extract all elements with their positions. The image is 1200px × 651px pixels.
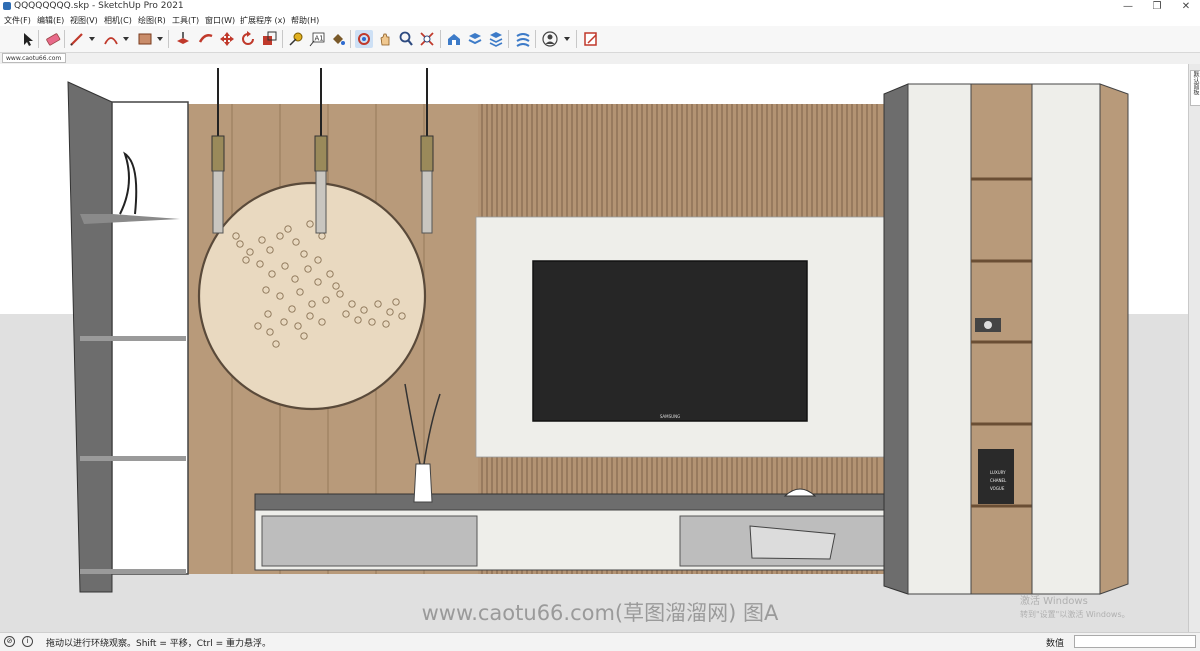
main-toolbar: A1	[0, 26, 1200, 53]
status-bar: ⊘ i 拖动以进行环绕观察。Shift = 平移，Ctrl = 重力悬浮。 数值	[0, 632, 1200, 651]
menu-camera[interactable]: 相机(C)	[104, 15, 132, 26]
toolbar-separator	[508, 30, 509, 48]
sketchup-app-icon	[3, 2, 11, 10]
toolbar-separator	[282, 30, 283, 48]
move-icon[interactable]	[218, 30, 236, 48]
pan-icon[interactable]	[376, 30, 394, 48]
rotate-icon[interactable]	[239, 30, 257, 48]
tv-brand-label: SAMSUNG	[660, 414, 680, 419]
layout-icon[interactable]	[487, 30, 505, 48]
pencil-dropdown-icon[interactable]	[89, 37, 95, 41]
rectangle-dropdown-icon[interactable]	[157, 37, 163, 41]
title-bar: QQQQQQQQ.skp - SketchUp Pro 2021 — ❐ ✕	[0, 0, 1200, 14]
zoom-icon[interactable]	[397, 30, 415, 48]
menu-draw[interactable]: 绘图(R)	[138, 15, 166, 26]
instructor-icon[interactable]: i	[22, 636, 33, 647]
site-watermark: www.caotu66.com(草图溜溜网) 图A	[422, 601, 779, 625]
book-title-1: LUXURY	[990, 470, 1006, 475]
round-wall-art	[197, 181, 427, 411]
select-icon[interactable]	[18, 30, 36, 48]
default-tray: 默认面板	[1188, 64, 1200, 632]
warehouse-icon[interactable]	[445, 30, 463, 48]
toolbar-separator	[535, 30, 536, 48]
right-tall-cabinets: LUXURY CHANEL VOGUE	[883, 83, 1129, 595]
television	[532, 260, 808, 422]
profile-icon[interactable]	[541, 30, 559, 48]
scale-icon[interactable]	[260, 30, 278, 48]
menu-view[interactable]: 视图(V)	[70, 15, 98, 26]
menu-extensions[interactable]: 扩展程序 (x)	[240, 15, 286, 26]
toolbar-separator	[576, 30, 577, 48]
toolbar-separator	[440, 30, 441, 48]
close-button[interactable]: ✕	[1172, 0, 1200, 14]
zoom-extents-icon[interactable]	[418, 30, 436, 48]
window-title: QQQQQQQQ.skp - SketchUp Pro 2021	[14, 1, 184, 11]
toolbar-separator	[38, 30, 39, 48]
menu-window[interactable]: 窗口(W)	[205, 15, 235, 26]
rectangle-icon[interactable]	[136, 30, 154, 48]
svg-text:A1: A1	[315, 35, 324, 43]
activate-windows-subtitle: 转到"设置"以激活 Windows。	[1020, 609, 1130, 619]
section-icon[interactable]	[582, 30, 600, 48]
push-pull-icon[interactable]	[174, 30, 192, 48]
model-viewport[interactable]: SAMSUNG LUXURY CHANEL VOGUE www.caotu66.…	[0, 64, 1188, 632]
menu-file[interactable]: 文件(F)	[4, 15, 31, 26]
measurements-input[interactable]	[1074, 635, 1196, 648]
menu-help[interactable]: 帮助(H)	[291, 15, 319, 26]
model-scene[interactable]: SAMSUNG LUXURY CHANEL VOGUE www.caotu66.…	[0, 64, 1188, 632]
style-builder-icon[interactable]	[514, 30, 532, 48]
eraser-icon[interactable]	[44, 30, 62, 48]
arc-dropdown-icon[interactable]	[123, 37, 129, 41]
extension-warehouse-icon[interactable]	[466, 30, 484, 48]
left-display-shelf	[67, 81, 189, 593]
status-message: 拖动以进行环绕观察。Shift = 平移，Ctrl = 重力悬浮。	[46, 639, 271, 649]
minimize-button[interactable]: —	[1114, 0, 1142, 14]
paint-bucket-icon[interactable]	[329, 30, 347, 48]
orbit-icon[interactable]	[355, 30, 373, 48]
pencil-icon[interactable]	[68, 30, 86, 48]
maximize-button[interactable]: ❐	[1143, 0, 1171, 14]
toolbar-separator	[350, 30, 351, 48]
scene-tab[interactable]: www.caotu66.com	[2, 53, 66, 63]
toolbar-separator	[64, 30, 65, 48]
activate-windows-title: 激活 Windows	[1020, 594, 1088, 607]
arc-icon[interactable]	[102, 30, 120, 48]
menu-tools[interactable]: 工具(T)	[172, 15, 199, 26]
menu-bar: 文件(F) 编辑(E) 视图(V) 相机(C) 绘图(R) 工具(T) 窗口(W…	[0, 14, 1200, 26]
menu-edit[interactable]: 编辑(E)	[37, 15, 64, 26]
toolbar-separator	[168, 30, 169, 48]
profile-dropdown-icon[interactable]	[564, 37, 570, 41]
follow-me-icon[interactable]	[197, 30, 215, 48]
default-tray-tab[interactable]: 默认面板	[1190, 70, 1200, 106]
tape-measure-icon[interactable]	[287, 30, 305, 48]
book-title-2: CHANEL	[990, 478, 1007, 483]
geolocation-icon[interactable]: ⊘	[4, 636, 15, 647]
text-icon[interactable]: A1	[308, 30, 326, 48]
measurements-label: 数值	[1046, 639, 1065, 649]
book-title-3: VOGUE	[990, 486, 1005, 491]
